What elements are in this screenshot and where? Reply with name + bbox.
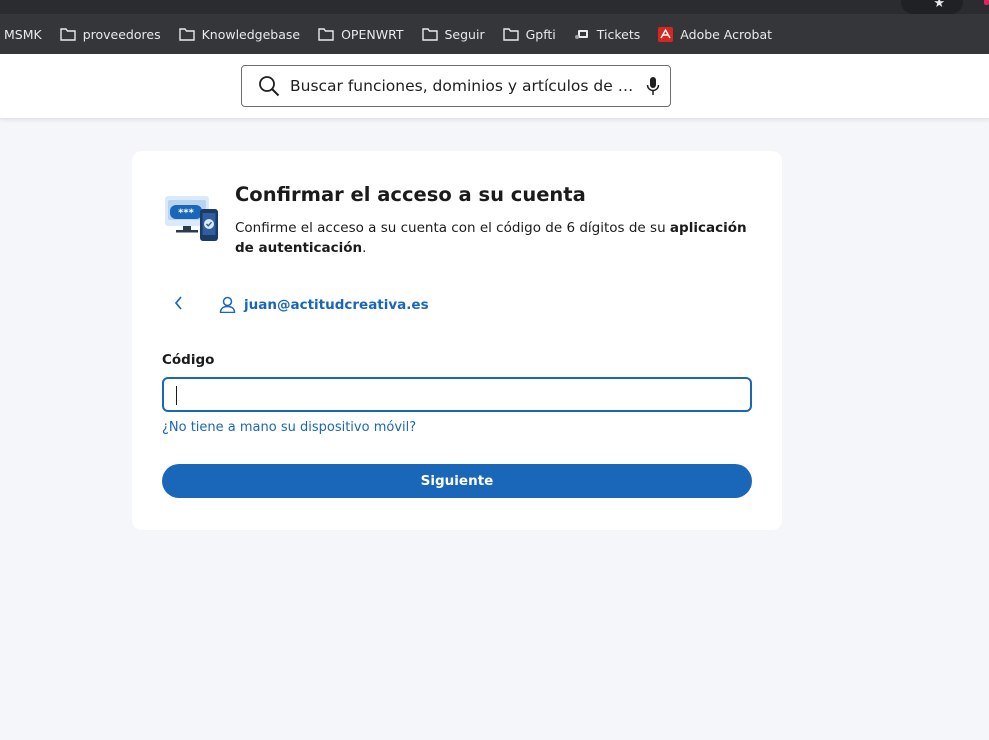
code-input[interactable] <box>162 377 752 412</box>
chevron-left-icon <box>174 296 182 310</box>
bookmark-label: Knowledgebase <box>201 26 301 42</box>
ticket-favicon <box>574 30 588 39</box>
bookmark-adobe-acrobat[interactable]: Adobe Acrobat <box>658 26 773 42</box>
account-email: juan@actitudcreativa.es <box>244 296 429 313</box>
folder-icon <box>60 28 76 41</box>
search-input[interactable]: Buscar funciones, dominios y artículos d… <box>290 77 636 95</box>
browser-toolbar-pill <box>901 0 963 14</box>
user-icon <box>219 296 236 313</box>
page-title: Confirmar el acceso a su cuenta <box>235 183 586 206</box>
description-text: Confirme el acceso a su cuenta con el có… <box>235 220 670 236</box>
bookmark-label: Gpfti <box>525 26 556 42</box>
bookmark-proveedores[interactable]: proveedores <box>60 27 161 42</box>
bookmark-label: proveedores <box>82 26 161 42</box>
search-box[interactable]: Buscar funciones, dominios y artículos d… <box>241 65 671 107</box>
no-device-link[interactable]: ¿No tiene a mano su dispositivo móvil? <box>162 420 416 435</box>
bookmark-label: Tickets <box>596 26 641 42</box>
bookmark-gpfti[interactable]: Gpfti <box>502 26 556 42</box>
account-identifier: juan@actitudcreativa.es <box>219 296 429 313</box>
search-icon <box>258 75 280 97</box>
folder-icon <box>421 28 438 41</box>
acrobat-icon <box>658 26 674 42</box>
folder-icon <box>318 28 334 41</box>
folder-icon <box>178 28 195 41</box>
bookmark-msmk[interactable]: MSMK <box>4 27 42 42</box>
back-button[interactable] <box>172 294 186 312</box>
svg-text:***: *** <box>178 208 194 219</box>
bookmark-label: Seguir <box>444 26 485 42</box>
folder-icon <box>502 28 519 41</box>
bookmark-openwrt[interactable]: OPENWRT <box>318 26 404 42</box>
next-button[interactable]: Siguiente <box>162 464 752 498</box>
bookmarks-bar: MSMK proveedores Knowledgebase OPENWRT S… <box>0 14 989 54</box>
bookmark-label: MSMK <box>4 26 42 42</box>
page-description: Confirme el acceso a su cuenta con el có… <box>235 218 755 258</box>
browser-top-strip: ★ <box>0 0 989 14</box>
bookmark-label: OPENWRT <box>341 26 404 42</box>
extension-indicator <box>984 0 989 5</box>
code-label: Código <box>162 352 215 368</box>
verification-card: *** Confirmar el acceso a su cuenta Conf… <box>132 151 782 530</box>
description-end: . <box>362 240 367 256</box>
bookmark-star-icon[interactable]: ★ <box>933 0 945 11</box>
bookmark-label: Adobe Acrobat <box>680 26 773 42</box>
authenticator-illustration-icon: *** <box>164 195 220 247</box>
bookmark-tickets[interactable]: Tickets <box>574 26 641 42</box>
bookmark-knowledgebase[interactable]: Knowledgebase <box>178 26 301 42</box>
bookmark-seguir[interactable]: Seguir <box>421 26 485 42</box>
text-cursor <box>176 386 177 405</box>
microphone-icon[interactable] <box>646 76 660 96</box>
app-header: Buscar funciones, dominios y artículos d… <box>0 54 989 119</box>
